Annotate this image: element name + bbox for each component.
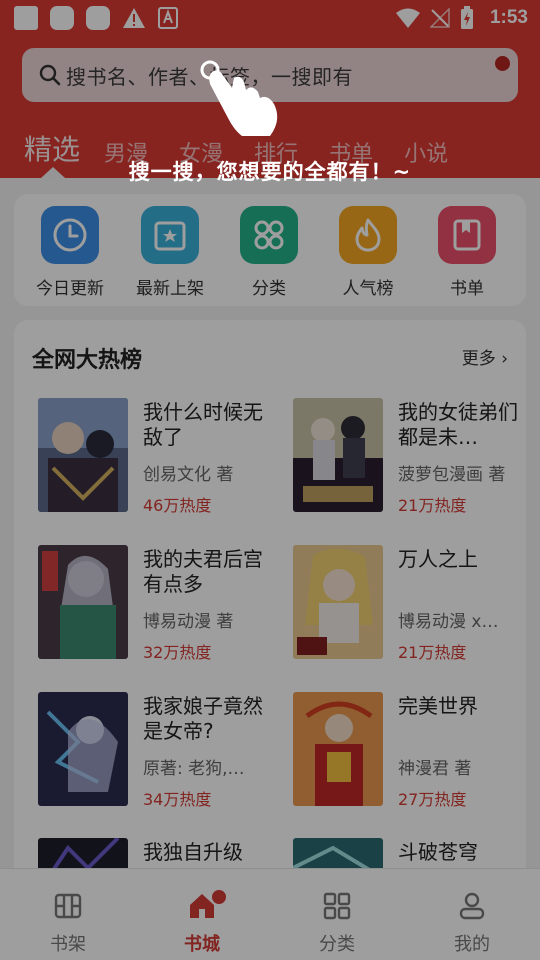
quick-link-popularity[interactable]: 人气榜 [328, 206, 408, 299]
notification-app-icon [50, 6, 74, 30]
warning-icon [123, 8, 145, 28]
quick-link-label: 分类 [252, 279, 286, 299]
book-author: 博易动漫 x… [398, 612, 499, 632]
notification-app-icon-2 [86, 6, 110, 30]
book-author: 菠萝包漫画 著 [398, 465, 506, 485]
flame-icon [339, 206, 397, 264]
quick-link-label: 最新上架 [136, 279, 204, 299]
book-cover [293, 398, 383, 512]
book-author: 神漫君 著 [398, 759, 472, 779]
bookshelf-icon [54, 893, 82, 919]
notification-square-icon [14, 6, 38, 30]
book-item[interactable]: 我的女徒弟们都是未… 菠萝包漫画 著 21万热度 [293, 398, 526, 518]
bottom-navigation: 书架 书城 分类 我的 [0, 868, 540, 960]
nav-bookshelf[interactable]: 书架 [28, 891, 108, 956]
nav-profile[interactable]: 我的 [432, 891, 512, 956]
book-heat: 21万热度 [398, 496, 467, 515]
quick-links-card: 今日更新 最新上架 分类 人气榜 书单 [14, 194, 526, 306]
nav-label: 我的 [454, 934, 490, 955]
book-title: 我的女徒弟们都是未… [398, 400, 518, 449]
tap-hand-icon [200, 60, 278, 136]
grid-icon [240, 206, 298, 264]
quick-link-new-arrivals[interactable]: 最新上架 [130, 206, 210, 299]
nav-badge-dot [212, 890, 226, 904]
nav-label: 书城 [184, 934, 220, 955]
category-grid-icon [323, 892, 351, 920]
search-icon [39, 64, 61, 86]
book-item[interactable]: 万人之上 博易动漫 x… 21万热度 [293, 545, 526, 665]
bookmark-book-icon [438, 206, 496, 264]
book-cover [38, 398, 128, 512]
quick-link-label: 今日更新 [36, 279, 104, 299]
nav-categories[interactable]: 分类 [297, 891, 377, 956]
book-cover [293, 692, 383, 806]
book-cover [293, 545, 383, 659]
battery-charging-icon [460, 6, 473, 29]
nav-label: 分类 [319, 934, 355, 955]
search-badge-dot [495, 56, 510, 71]
quick-link-categories[interactable]: 分类 [229, 206, 309, 299]
font-notification-icon [158, 7, 178, 29]
quick-link-booklist[interactable]: 书单 [427, 206, 507, 299]
book-heat: 21万热度 [398, 643, 467, 662]
hot-list-card: 全网大热榜 更多 › 我什么时候无敌了 创易文化 著 46万热度 我的女徒弟们都… [14, 320, 526, 880]
book-title: 斗破苍穹 [398, 840, 478, 864]
book-title: 我什么时候无敌了 [143, 400, 263, 449]
chevron-right-icon: › [495, 349, 508, 369]
status-bar: 1:53 [0, 0, 540, 36]
book-author: 博易动漫 著 [143, 612, 234, 632]
book-author: 原著: 老狗,… [143, 759, 245, 779]
more-label: 更多 [461, 349, 496, 369]
book-item[interactable]: 我的夫君后宫有点多 博易动漫 著 32万热度 [38, 545, 288, 665]
section-title: 全网大热榜 [32, 348, 143, 373]
book-heat: 34万热度 [143, 790, 212, 809]
profile-icon [459, 892, 485, 920]
book-title: 我独自升级 [143, 840, 243, 864]
no-signal-icon [429, 8, 450, 28]
book-cover [38, 692, 128, 806]
book-title: 我的夫君后宫有点多 [143, 547, 263, 596]
status-time: 1:53 [489, 7, 528, 28]
nav-bookstore[interactable]: 书城 [162, 890, 242, 956]
quick-link-label: 人气榜 [342, 279, 394, 299]
book-title: 完美世界 [398, 694, 478, 718]
clock-icon [41, 206, 99, 264]
quick-link-label: 书单 [450, 279, 484, 299]
book-item[interactable]: 完美世界 神漫君 著 27万热度 [293, 692, 526, 812]
star-box-icon [141, 206, 199, 264]
book-heat: 27万热度 [398, 790, 467, 809]
book-title: 我家娘子竟然是女帝? [143, 694, 263, 743]
book-heat: 32万热度 [143, 643, 212, 662]
more-link[interactable]: 更多 › [462, 344, 508, 369]
book-title: 万人之上 [398, 547, 478, 571]
book-cover [38, 545, 128, 659]
book-heat: 46万热度 [143, 496, 212, 515]
book-item[interactable]: 我什么时候无敌了 创易文化 著 46万热度 [38, 398, 288, 518]
book-author: 创易文化 著 [143, 465, 234, 485]
search-hint-text: 搜一搜，您想要的全都有！~ [128, 160, 412, 184]
quick-link-today-updates[interactable]: 今日更新 [30, 206, 110, 299]
nav-label: 书架 [50, 934, 86, 955]
wifi-icon [395, 8, 420, 28]
book-item[interactable]: 我家娘子竟然是女帝? 原著: 老狗,… 34万热度 [38, 692, 288, 812]
